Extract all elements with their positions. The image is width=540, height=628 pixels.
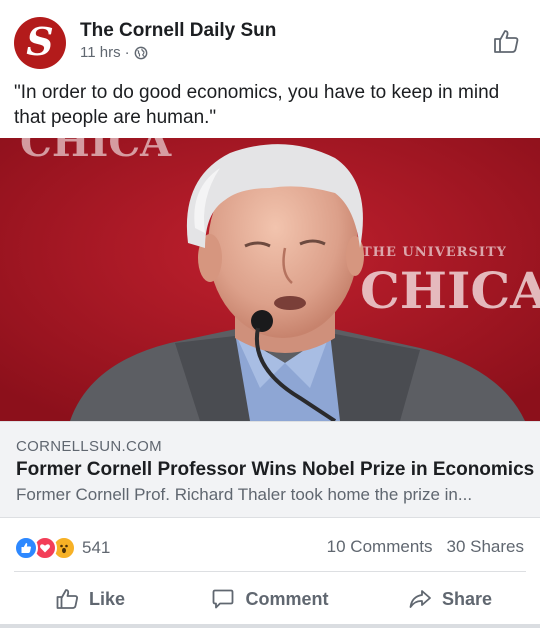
page-name[interactable]: The Cornell Daily Sun <box>80 20 276 42</box>
like-button[interactable]: Like <box>0 574 180 624</box>
comment-icon <box>213 589 234 609</box>
thumbs-up-icon <box>56 589 78 609</box>
meta-separator: · <box>124 44 130 61</box>
engagement-counts: 10 Comments 30 Shares <box>327 537 524 557</box>
post-text: "In order to do good economics, you have… <box>14 82 500 128</box>
like-reaction-icon <box>14 536 38 560</box>
post-meta: 11 hrs · <box>80 44 148 61</box>
banner-text-left: CHICA <box>20 138 172 166</box>
facebook-post: S The Cornell Daily Sun 11 hrs · "In ord… <box>0 0 540 628</box>
link-preview[interactable]: CORNELLSUN.COM Former Cornell Professor … <box>0 421 540 518</box>
post-header: S The Cornell Daily Sun 11 hrs · <box>0 0 540 70</box>
link-domain: CORNELLSUN.COM <box>16 438 162 455</box>
post-photo[interactable]: CHICA THE UNIVERSITY CHICAG <box>0 138 540 421</box>
reaction-summary[interactable]: 541 <box>14 536 110 560</box>
share-icon <box>409 590 431 608</box>
share-label: Share <box>441 588 493 609</box>
comment-button[interactable]: Comment <box>180 574 360 624</box>
link-description: Former Cornell Prof. Richard Thaler took… <box>16 485 473 504</box>
reaction-count: 541 <box>82 538 111 557</box>
action-divider <box>14 571 526 572</box>
banner-text-small: THE UNIVERSITY <box>362 245 507 260</box>
thumbs-up-icon[interactable] <box>492 28 520 54</box>
post-stats: 541 10 Comments 30 Shares <box>0 528 540 564</box>
avatar-logo-letter: S <box>26 19 54 64</box>
share-button[interactable]: Share <box>360 574 540 624</box>
like-label: Like <box>88 588 126 609</box>
shares-count[interactable]: 30 Shares <box>447 537 525 557</box>
photo-illustration: CHICA THE UNIVERSITY CHICAG <box>0 138 540 421</box>
post-time[interactable]: 11 hrs <box>80 44 121 61</box>
banner-text-large: CHICAG <box>360 261 540 320</box>
page-avatar[interactable]: S <box>14 17 66 69</box>
feed-separator <box>0 624 540 628</box>
globe-icon <box>134 46 147 59</box>
comment-label: Comment <box>245 588 329 609</box>
action-bar: Like Comment Share <box>0 574 540 624</box>
comments-count[interactable]: 10 Comments <box>327 537 433 557</box>
link-title[interactable]: Former Cornell Professor Wins Nobel Priz… <box>16 459 534 481</box>
